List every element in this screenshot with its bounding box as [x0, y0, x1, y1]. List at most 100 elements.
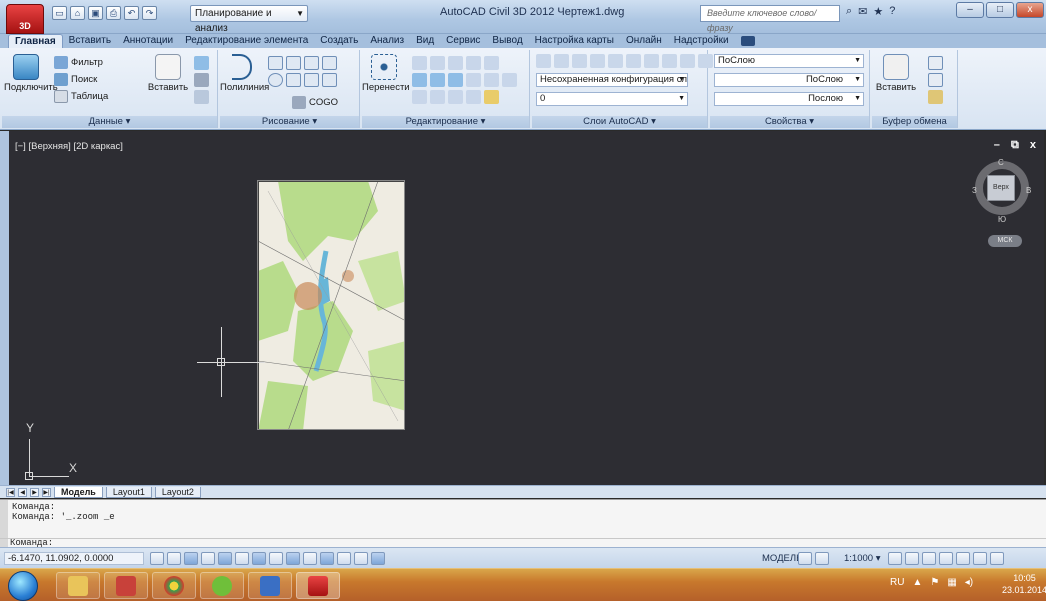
panel-title-edit[interactable]: Редактирование ▾ — [362, 116, 529, 128]
lineweight-select[interactable]: ПоСлою ▼ — [714, 73, 864, 87]
cogo-button[interactable]: COGO — [292, 96, 338, 109]
match-properties-icon[interactable] — [484, 90, 499, 104]
query-icon[interactable] — [194, 56, 209, 70]
panel-title-properties[interactable]: Свойства ▾ — [710, 116, 869, 128]
fillet-icon[interactable] — [430, 73, 445, 87]
workspace-switch-icon[interactable] — [922, 552, 936, 565]
tab-layout2[interactable]: Layout2 — [154, 486, 201, 498]
transparency-icon[interactable] — [337, 552, 351, 565]
circle-icon[interactable] — [268, 73, 283, 87]
drawing-icon[interactable] — [194, 90, 209, 104]
trim-icon[interactable] — [448, 56, 463, 70]
table-button[interactable]: Таблица — [54, 90, 108, 103]
taskbar-utorrent[interactable] — [200, 572, 244, 599]
next-tab-icon[interactable]: ▶ — [30, 487, 39, 497]
panel-title-clipboard[interactable]: Буфер обмена — [872, 116, 957, 128]
tray-arrow-icon[interactable]: ▲ — [912, 577, 922, 588]
annotation-visibility-icon[interactable] — [888, 552, 902, 565]
open-icon[interactable]: ⌂ — [70, 6, 85, 20]
ducs-icon[interactable] — [286, 552, 300, 565]
tab-map-setup[interactable]: Настройка карты — [529, 34, 620, 48]
isolate-objects-icon[interactable] — [973, 552, 987, 565]
coordinates-readout[interactable]: -6.1470, 11.0902, 0.0000 — [4, 552, 144, 565]
viewcube-face[interactable]: Верх — [987, 175, 1015, 201]
join-icon[interactable] — [448, 90, 463, 104]
object-snap-icon[interactable] — [235, 552, 249, 565]
viewcube-south[interactable]: Ю — [998, 215, 1006, 224]
polygon-icon[interactable] — [304, 73, 319, 87]
rotate-icon[interactable] — [430, 56, 445, 70]
drawing-canvas[interactable]: [−] [Верхняя] [2D каркас] – ⧉ x Y X Верх… — [9, 131, 1044, 485]
snap-mode-icon[interactable] — [167, 552, 181, 565]
tab-create[interactable]: Создать — [314, 34, 364, 48]
layer-walk-icon[interactable] — [662, 54, 677, 68]
connect-button[interactable]: Подключить — [4, 54, 58, 93]
autoscale-icon[interactable] — [905, 552, 919, 565]
tab-view[interactable]: Вид — [410, 34, 440, 48]
linetype-select[interactable]: Послою ▼ — [714, 92, 864, 106]
toolbar-lock-icon[interactable] — [939, 552, 953, 565]
dynamic-input-icon[interactable] — [303, 552, 317, 565]
layer-freeze-icon[interactable] — [590, 54, 605, 68]
last-tab-icon[interactable]: ▶| — [42, 487, 51, 497]
layer-match-icon[interactable] — [626, 54, 641, 68]
color-select[interactable]: ПоСлою ▼ — [714, 54, 864, 68]
maximize-button[interactable]: □ — [986, 2, 1014, 18]
tab-output[interactable]: Вывод — [486, 34, 528, 48]
rectangle-icon[interactable] — [286, 73, 301, 87]
otrack-icon[interactable] — [269, 552, 283, 565]
flag-icon[interactable]: ⚑ — [930, 577, 939, 588]
tab-insert[interactable]: Вставить — [63, 34, 117, 48]
viewcube-north[interactable]: С — [998, 158, 1004, 167]
layer-previous-icon[interactable] — [644, 54, 659, 68]
viewcube-east[interactable]: В — [1026, 186, 1031, 195]
layer-lock-icon[interactable] — [608, 54, 623, 68]
selection-cycling-icon[interactable] — [371, 552, 385, 565]
tab-online[interactable]: Онлайн — [620, 34, 668, 48]
layer-off-icon[interactable] — [572, 54, 587, 68]
workspace-select[interactable]: Планирование и анализ ▼ — [190, 5, 308, 34]
communication-icon[interactable]: ✉ — [858, 5, 867, 18]
quick-view-layouts-icon[interactable] — [798, 552, 812, 565]
tab-annotate[interactable]: Аннотации — [117, 34, 179, 48]
extend-icon[interactable] — [412, 90, 427, 104]
print-icon[interactable]: ⎙ — [106, 6, 121, 20]
hardware-accel-icon[interactable] — [956, 552, 970, 565]
help-icon[interactable]: ? — [889, 5, 895, 18]
start-button[interactable] — [8, 571, 38, 601]
tab-tools[interactable]: Сервис — [440, 34, 486, 48]
taskbar-media[interactable] — [104, 572, 148, 599]
layer-merge-icon[interactable] — [680, 54, 695, 68]
taskbar-word[interactable] — [248, 572, 292, 599]
viewport-window-controls[interactable]: – ⧉ x — [994, 139, 1040, 152]
panel-title-layers[interactable]: Слои AutoCAD ▾ — [532, 116, 707, 128]
wcs-menu[interactable]: МСК — [988, 235, 1022, 247]
tab-model[interactable]: Модель — [54, 486, 103, 498]
new-file-icon[interactable]: ▭ — [52, 6, 67, 20]
spline-icon[interactable] — [322, 56, 337, 70]
erase-icon[interactable] — [484, 56, 499, 70]
chamfer-icon[interactable] — [466, 90, 481, 104]
layer-isolate-icon[interactable] — [554, 54, 569, 68]
scale-icon[interactable] — [448, 73, 463, 87]
arc-icon[interactable] — [268, 56, 283, 70]
cut-icon[interactable] — [928, 73, 943, 87]
ortho-mode-icon[interactable] — [201, 552, 215, 565]
paste-special-icon[interactable] — [928, 90, 943, 104]
insert-data-button[interactable]: Вставить — [146, 54, 190, 93]
infer-constraints-icon[interactable] — [150, 552, 164, 565]
layer-state-select[interactable]: Несохраненная конфигурация сл ▼ — [536, 73, 688, 87]
clean-screen-icon[interactable] — [990, 552, 1004, 565]
polyline-button[interactable]: Полилиния — [220, 54, 269, 93]
taskbar-clock[interactable]: 10:05 23.01.2014 — [1002, 572, 1046, 596]
explode-icon[interactable] — [484, 73, 499, 87]
close-button[interactable]: x — [1016, 2, 1044, 18]
paste-button[interactable]: Вставить — [874, 54, 918, 93]
search-button[interactable]: Поиск — [54, 73, 97, 86]
move-button[interactable]: Перенести — [362, 54, 410, 93]
application-menu-button[interactable]: 3D — [6, 4, 44, 34]
panel-title-draw[interactable]: Рисование ▾ — [220, 116, 359, 128]
tab-addins[interactable]: Надстройки — [668, 34, 735, 48]
tab-analyze[interactable]: Анализ — [364, 34, 410, 48]
quick-view-drawings-icon[interactable] — [815, 552, 829, 565]
